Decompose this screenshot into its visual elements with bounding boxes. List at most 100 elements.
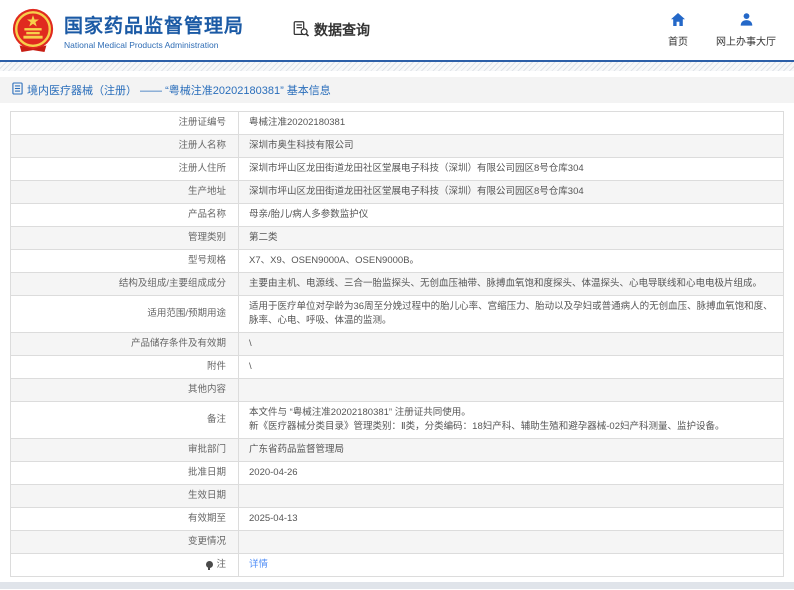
field-value: 2025-04-13 <box>239 508 784 531</box>
brand-text: 国家药品监督管理局 National Medical Products Admi… <box>64 11 244 50</box>
field-label-text: 型号规格 <box>188 255 226 266</box>
field-label-text: 变更情况 <box>188 536 226 547</box>
doc-search-icon <box>292 20 314 41</box>
table-row: 变更情况 <box>11 531 784 554</box>
table-row: 型号规格 X7、X9、OSEN9000A、OSEN9000B。 <box>11 250 784 273</box>
field-label-text: 备注 <box>207 414 226 425</box>
table-row: 其他内容 <box>11 379 784 402</box>
agency-title: 国家药品监督管理局 <box>64 11 244 38</box>
table-row: 备注 本文件与 “粤械注准20202180381” 注册证共同使用。 新《医疗器… <box>11 402 784 439</box>
breadcrumb: 境内医疗器械（注册） —— “粤械注准20202180381” 基本信息 <box>0 77 794 103</box>
table-row: 有效期至 2025-04-13 <box>11 508 784 531</box>
table-row: 批准日期 2020-04-26 <box>11 462 784 485</box>
field-value-text: X7、X9、OSEN9000A、OSEN9000B。 <box>249 255 419 266</box>
national-emblem-logo <box>10 7 56 53</box>
field-label: 注册人住所 <box>11 158 239 181</box>
nav-home[interactable]: 首页 <box>668 12 688 48</box>
field-value: 本文件与 “粤械注准20202180381” 注册证共同使用。 新《医疗器械分类… <box>239 402 784 439</box>
field-label-text: 注册人住所 <box>178 163 226 174</box>
field-label: 产品储存条件及有效期 <box>11 333 239 356</box>
field-value-text: \ <box>249 338 252 349</box>
breadcrumb-text: 境内医疗器械（注册） —— “粤械注准20202180381” 基本信息 <box>27 82 331 98</box>
field-label: 管理类别 <box>11 227 239 250</box>
field-value: 2020-04-26 <box>239 462 784 485</box>
field-label: 注 <box>11 554 239 577</box>
field-value-text: 2020-04-26 <box>249 467 298 478</box>
field-value <box>239 379 784 402</box>
field-label-text: 附件 <box>207 361 226 372</box>
table-row: 注册人名称 深圳市奥生科技有限公司 <box>11 135 784 158</box>
detail-link[interactable]: 详情 <box>249 559 268 570</box>
field-label-text: 批准日期 <box>188 467 226 478</box>
field-value: 适用于医疗单位对孕龄为36周至分娩过程中的胎儿心率、宫缩压力、胎动以及孕妇或普通… <box>239 296 784 333</box>
field-label: 注册证编号 <box>11 112 239 135</box>
field-label-text: 注册人名称 <box>178 140 226 151</box>
field-label-text: 审批部门 <box>188 444 226 455</box>
field-label: 结构及组成/主要组成成分 <box>11 273 239 296</box>
table-row: 生产地址 深圳市坪山区龙田街道龙田社区堂展电子科技（深圳）有限公司园区8号仓库3… <box>11 181 784 204</box>
field-value: 母亲/胎儿/病人多参数监护仪 <box>239 204 784 227</box>
table-row: 适用范围/预期用途 适用于医疗单位对孕龄为36周至分娩过程中的胎儿心率、宫缩压力… <box>11 296 784 333</box>
field-value-text: 2025-04-13 <box>249 513 298 524</box>
field-label-text: 适用范围/预期用途 <box>147 308 226 319</box>
table-row: 结构及组成/主要组成成分 主要由主机、电源线、三合一胎监探头、无创血压袖带、脉搏… <box>11 273 784 296</box>
field-value-text: \ <box>249 361 252 372</box>
note-icon <box>206 561 213 568</box>
field-value: \ <box>239 333 784 356</box>
brand[interactable]: 国家药品监督管理局 National Medical Products Admi… <box>10 7 244 53</box>
field-label-text: 管理类别 <box>188 232 226 243</box>
home-icon <box>670 12 686 33</box>
field-label: 变更情况 <box>11 531 239 554</box>
header-nav: 首页 网上办事大厅 <box>668 12 776 48</box>
site-header: 国家药品监督管理局 National Medical Products Admi… <box>0 0 794 62</box>
field-label-text: 其他内容 <box>188 384 226 395</box>
field-label: 产品名称 <box>11 204 239 227</box>
field-value-text: 第二类 <box>249 232 278 243</box>
field-label: 有效期至 <box>11 508 239 531</box>
field-label: 生产地址 <box>11 181 239 204</box>
field-label: 生效日期 <box>11 485 239 508</box>
footer-bar <box>0 582 794 589</box>
field-value: 详情 <box>239 554 784 577</box>
field-value: 深圳市坪山区龙田街道龙田社区堂展电子科技（深圳）有限公司园区8号仓库304 <box>239 181 784 204</box>
field-value-text: 母亲/胎儿/病人多参数监护仪 <box>249 209 368 220</box>
field-value: \ <box>239 356 784 379</box>
field-value-text: 深圳市坪山区龙田街道龙田社区堂展电子科技（深圳）有限公司园区8号仓库304 <box>249 163 584 174</box>
info-table-body: 注册证编号 粤械注准20202180381 注册人名称 深圳市奥生科技有限公司 … <box>11 112 784 577</box>
field-label: 备注 <box>11 402 239 439</box>
field-label-text: 生产地址 <box>188 186 226 197</box>
field-value: X7、X9、OSEN9000A、OSEN9000B。 <box>239 250 784 273</box>
field-label: 注册人名称 <box>11 135 239 158</box>
field-label-text: 生效日期 <box>188 490 226 501</box>
field-value-text: 适用于医疗单位对孕龄为36周至分娩过程中的胎儿心率、宫缩压力、胎动以及孕妇或普通… <box>249 301 773 326</box>
field-label-text: 结构及组成/主要组成成分 <box>119 278 226 289</box>
field-value-text: 深圳市坪山区龙田街道龙田社区堂展电子科技（深圳）有限公司园区8号仓库304 <box>249 186 584 197</box>
table-row: 审批部门 广东省药品监督管理局 <box>11 439 784 462</box>
field-value <box>239 485 784 508</box>
nav-home-label: 首页 <box>668 33 688 48</box>
field-label: 适用范围/预期用途 <box>11 296 239 333</box>
table-row: 管理类别 第二类 <box>11 227 784 250</box>
field-label-text: 产品储存条件及有效期 <box>131 338 226 349</box>
field-value <box>239 531 784 554</box>
table-row: 生效日期 <box>11 485 784 508</box>
field-value-text: 粤械注准20202180381 <box>249 117 345 128</box>
field-value: 广东省药品监督管理局 <box>239 439 784 462</box>
data-query-title: 数据查询 <box>292 20 370 41</box>
field-label: 其他内容 <box>11 379 239 402</box>
field-label-text: 注册证编号 <box>178 117 226 128</box>
table-row: 注 详情 <box>11 554 784 577</box>
field-label: 批准日期 <box>11 462 239 485</box>
nav-service-hall[interactable]: 网上办事大厅 <box>716 12 776 48</box>
table-row: 产品储存条件及有效期 \ <box>11 333 784 356</box>
table-row: 注册人住所 深圳市坪山区龙田街道龙田社区堂展电子科技（深圳）有限公司园区8号仓库… <box>11 158 784 181</box>
nav-service-hall-label: 网上办事大厅 <box>716 33 776 48</box>
field-label: 审批部门 <box>11 439 239 462</box>
field-value: 深圳市坪山区龙田街道龙田社区堂展电子科技（深圳）有限公司园区8号仓库304 <box>239 158 784 181</box>
hatch-divider <box>0 62 794 71</box>
field-value: 粤械注准20202180381 <box>239 112 784 135</box>
field-value: 第二类 <box>239 227 784 250</box>
field-value-text: 本文件与 “粤械注准20202180381” 注册证共同使用。 新《医疗器械分类… <box>249 407 724 432</box>
field-value-text: 深圳市奥生科技有限公司 <box>249 140 354 151</box>
table-row: 注册证编号 粤械注准20202180381 <box>11 112 784 135</box>
